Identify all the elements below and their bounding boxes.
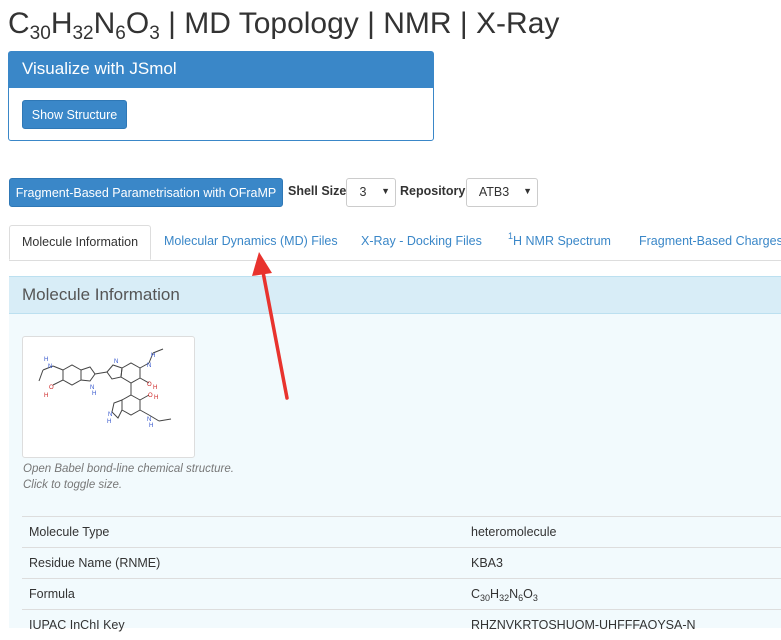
tab-xray-docking-files[interactable]: X-Ray - Docking Files (361, 225, 482, 260)
table-cell-label: Molecule Type (22, 517, 463, 548)
svg-text:O: O (49, 385, 54, 391)
svg-text:N: N (147, 363, 151, 369)
svg-text:N: N (114, 359, 118, 365)
table-cell-value: RHZNVKRTOSHUOM-UHFFFAOYSA-N (463, 610, 781, 640)
page-title: C30H32N6O3 | MD Topology | NMR | X-Ray (8, 6, 559, 42)
tab-molecular-dynamics-files[interactable]: Molecular Dynamics (MD) Files (164, 225, 338, 260)
jsmol-panel-heading: Visualize with JSmol (9, 52, 433, 88)
svg-text:O: O (148, 393, 153, 399)
section-heading: Molecule Information (9, 276, 781, 314)
svg-text:H: H (44, 357, 48, 363)
ofraMP-parametrisation-button[interactable]: Fragment-Based Parametrisation with OFra… (9, 178, 283, 207)
table-row: Residue Name (RNME) KBA3 (22, 548, 781, 579)
svg-text:H: H (151, 353, 155, 359)
svg-text:H: H (149, 423, 153, 429)
chevron-down-icon: ▼ (523, 186, 532, 196)
table-cell-value: heteromolecule (463, 517, 781, 548)
molecule-structure-drawing: H N O H N H N N H O H O H N H N H (23, 337, 194, 457)
table-cell-label: Formula (22, 579, 463, 610)
tab-bar: Molecule Information Molecular Dynamics … (9, 225, 781, 261)
shell-size-select[interactable]: 3 ▼ (346, 178, 396, 207)
chemical-structure-image[interactable]: H N O H N H N N H O H O H N H N H (22, 336, 195, 458)
svg-text:H: H (107, 419, 111, 425)
table-row: Formula C30H32N6O3 (22, 579, 781, 610)
shell-size-value: 3 (347, 185, 379, 199)
structure-caption: Open Babel bond-line chemical structure.… (23, 461, 234, 493)
molecule-information-panel: Molecule Information (9, 276, 781, 628)
table-cell-label: Residue Name (RNME) (22, 548, 463, 579)
svg-text:H: H (153, 385, 157, 391)
table-cell-label: IUPAC InChI Key (22, 610, 463, 640)
table-row: Molecule Type heteromolecule (22, 517, 781, 548)
svg-text:H: H (92, 391, 96, 397)
tab-fragment-based-charges[interactable]: Fragment-Based Charges (639, 225, 781, 260)
show-structure-button[interactable]: Show Structure (22, 100, 127, 129)
molecule-info-table: Molecule Type heteromolecule Residue Nam… (22, 516, 781, 640)
svg-text:H: H (44, 393, 48, 399)
repository-value: ATB3 (467, 185, 521, 199)
table-cell-value: KBA3 (463, 548, 781, 579)
repository-label: Repository (400, 184, 465, 198)
svg-text:O: O (147, 382, 152, 388)
svg-text:N: N (48, 364, 52, 370)
jsmol-panel: Visualize with JSmol Show Structure (8, 51, 434, 141)
table-row: IUPAC InChI Key RHZNVKRTOSHUOM-UHFFFAOYS… (22, 610, 781, 640)
svg-text:H: H (154, 395, 158, 401)
repository-select[interactable]: ATB3 ▼ (466, 178, 538, 207)
chevron-down-icon: ▼ (381, 186, 390, 196)
table-cell-value: C30H32N6O3 (463, 579, 781, 610)
tab-h-nmr-spectrum[interactable]: 1H NMR Spectrum (508, 225, 611, 260)
shell-size-label: Shell Size (288, 184, 346, 198)
tab-molecule-information[interactable]: Molecule Information (9, 225, 151, 260)
svg-text:N: N (108, 412, 112, 418)
